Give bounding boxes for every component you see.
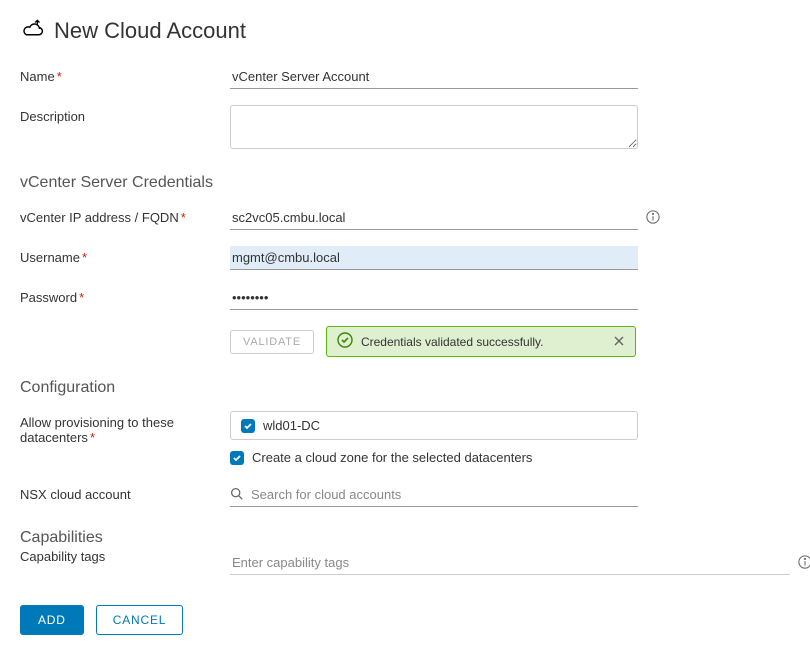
checkbox-checked-icon	[241, 419, 255, 433]
description-textarea[interactable]	[230, 105, 638, 149]
add-button[interactable]: ADD	[20, 605, 84, 635]
page-title: New Cloud Account	[54, 18, 246, 44]
credentials-heading: vCenter Server Credentials	[20, 174, 790, 192]
cloud-sync-icon	[20, 16, 46, 45]
validate-button[interactable]: VALIDATE	[230, 330, 314, 354]
capability-tags-input[interactable]	[232, 555, 788, 570]
nsx-search-input[interactable]	[249, 485, 638, 504]
name-input[interactable]	[230, 65, 638, 89]
vcenter-ip-input[interactable]	[230, 206, 638, 230]
close-icon[interactable]	[613, 334, 625, 350]
info-icon[interactable]	[646, 210, 660, 227]
username-label: Username*	[20, 246, 230, 265]
datacenter-select[interactable]: wld01-DC	[230, 411, 638, 440]
vcenter-ip-label: vCenter IP address / FQDN*	[20, 206, 230, 225]
password-label: Password*	[20, 286, 230, 305]
search-icon	[230, 487, 243, 503]
description-label: Description	[20, 105, 230, 124]
footer-buttons: ADD CANCEL	[20, 605, 790, 635]
validation-success-alert: Credentials validated successfully.	[326, 326, 636, 357]
password-input[interactable]	[230, 286, 638, 310]
datacenters-label: Allow provisioning to these datacenters*	[20, 411, 230, 445]
cancel-button[interactable]: CANCEL	[96, 605, 183, 635]
username-input[interactable]	[230, 246, 638, 270]
info-icon[interactable]	[798, 555, 810, 572]
create-zone-checkbox[interactable]	[230, 451, 244, 465]
name-label: Name*	[20, 65, 230, 84]
nsx-label: NSX cloud account	[20, 483, 230, 502]
validation-message: Credentials validated successfully.	[361, 335, 544, 349]
capability-tags-label: Capability tags	[20, 545, 230, 564]
configuration-heading: Configuration	[20, 379, 790, 397]
create-zone-label: Create a cloud zone for the selected dat…	[252, 450, 532, 465]
datacenter-name: wld01-DC	[263, 418, 320, 433]
check-circle-icon	[337, 332, 353, 351]
page-header: New Cloud Account	[20, 16, 790, 45]
